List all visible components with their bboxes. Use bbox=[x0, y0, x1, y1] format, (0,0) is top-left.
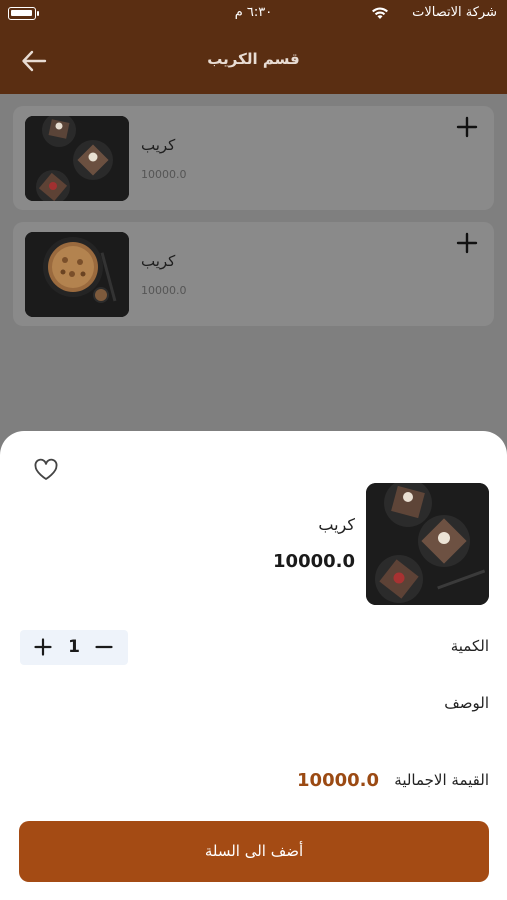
sheet-product-price: 10000.0 bbox=[273, 551, 355, 572]
add-plus-icon[interactable] bbox=[456, 116, 478, 138]
plus-icon[interactable] bbox=[34, 638, 52, 656]
product-image bbox=[366, 483, 489, 605]
battery-icon bbox=[8, 7, 39, 20]
description-label: الوصف bbox=[444, 694, 489, 712]
add-to-cart-button[interactable]: أضف الى السلة bbox=[19, 821, 489, 882]
app-header: قسم الكريب bbox=[0, 28, 507, 94]
quantity-label: الكمية bbox=[450, 637, 489, 655]
minus-icon[interactable] bbox=[95, 638, 113, 656]
list-item[interactable]: كريب 10000.0 bbox=[13, 222, 494, 326]
quantity-stepper: 1 bbox=[20, 630, 128, 665]
list-item[interactable]: كريب 10000.0 bbox=[13, 106, 494, 210]
product-thumbnail bbox=[25, 116, 129, 201]
total-value: 10000.0 bbox=[297, 770, 379, 791]
page-title: قسم الكريب bbox=[207, 50, 300, 68]
status-time: ٦:٣٠ م bbox=[234, 5, 273, 20]
add-plus-icon[interactable] bbox=[456, 232, 478, 254]
heart-outline-icon[interactable] bbox=[33, 458, 59, 482]
product-detail-sheet: كريب 10000.0 الكمية 1 الوصف القيمة الاجم… bbox=[0, 431, 507, 900]
sheet-product-name: كريب bbox=[318, 515, 355, 534]
quantity-value: 1 bbox=[68, 637, 80, 657]
total-label: القيمة الاجمالية bbox=[394, 771, 489, 789]
product-thumbnail bbox=[25, 232, 129, 317]
product-price: 10000.0 bbox=[141, 284, 187, 297]
carrier-name: شركة الاتصالات bbox=[412, 5, 497, 20]
product-name: كريب bbox=[141, 136, 176, 154]
product-name: كريب bbox=[141, 252, 176, 270]
wifi-icon bbox=[372, 7, 388, 19]
status-bar: ٦:٣٠ م شركة الاتصالات bbox=[0, 0, 507, 28]
product-list: كريب 10000.0 كريب 10000.0 bbox=[0, 94, 507, 434]
product-price: 10000.0 bbox=[141, 168, 187, 181]
